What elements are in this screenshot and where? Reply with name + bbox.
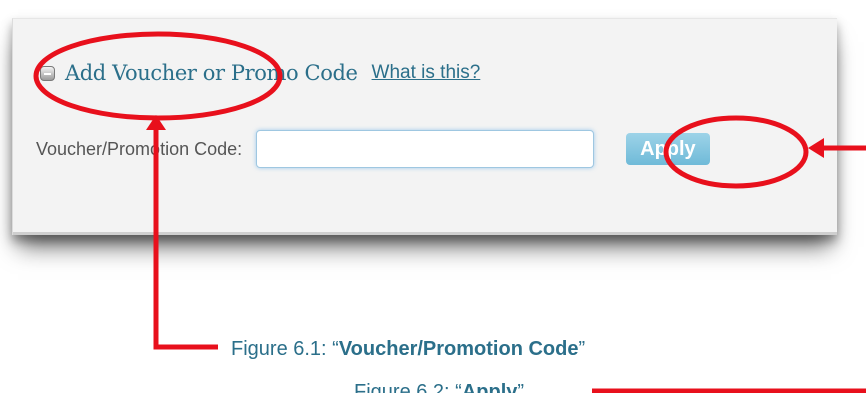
arrowhead-left-icon	[808, 138, 824, 158]
highlight-ellipse-heading	[33, 31, 283, 121]
screenshot-stage: Add Voucher or Promo Code What is this? …	[0, 0, 866, 393]
caption-name: Voucher/Promotion Code	[338, 338, 579, 360]
figure-6-1-caption: Figure 6.1: “Voucher/Promotion Code”	[231, 338, 585, 361]
annotation-overlay	[33, 31, 866, 393]
caption-prefix: Figure 6.1: “	[231, 338, 339, 360]
callout-line-figure-1	[153, 128, 218, 350]
caption-name: Apply	[461, 381, 518, 393]
caption-suffix: ”	[517, 381, 525, 393]
caption-prefix: Figure 6.2: “	[354, 381, 462, 393]
caption-suffix: ”	[578, 338, 586, 360]
figure-6-2-caption: Figure 6.2: “Apply”	[354, 381, 524, 393]
highlight-ellipse-apply	[663, 115, 809, 189]
